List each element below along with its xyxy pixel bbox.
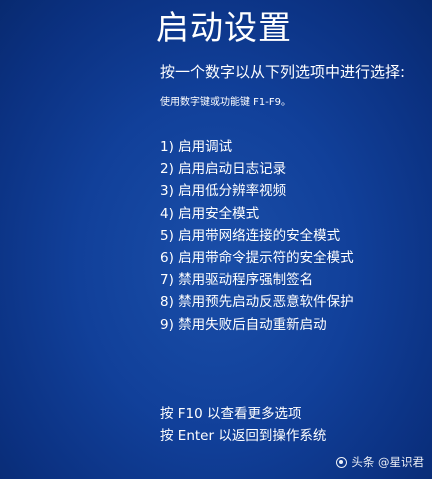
- watermark: 头条 @星识君: [336, 455, 424, 469]
- startup-settings-screen: 启动设置 按一个数字以从下列选项中进行选择: 使用数字键或功能键 F1-F9。 …: [0, 0, 432, 479]
- option-safe-mode-networking[interactable]: 5) 启用带网络连接的安全模式: [160, 225, 354, 247]
- option-disable-auto-restart[interactable]: 9) 禁用失败后自动重新启动: [160, 314, 354, 336]
- footer-instructions: 按 F10 以查看更多选项 按 Enter 以返回到操作系统: [160, 403, 326, 447]
- option-disable-driver-signature[interactable]: 7) 禁用驱动程序强制签名: [160, 269, 354, 291]
- key-hint: 使用数字键或功能键 F1-F9。: [160, 97, 292, 108]
- more-options-hint[interactable]: 按 F10 以查看更多选项: [160, 403, 326, 425]
- option-enable-low-resolution-video[interactable]: 3) 启用低分辨率视频: [160, 180, 354, 202]
- selection-prompt: 按一个数字以从下列选项中进行选择:: [160, 63, 406, 81]
- watermark-text: 头条 @星识君: [351, 455, 424, 469]
- option-enable-safe-mode[interactable]: 4) 启用安全模式: [160, 203, 354, 225]
- option-safe-mode-command-prompt[interactable]: 6) 启用带命令提示符的安全模式: [160, 247, 354, 269]
- startup-options-list: 1) 启用调试 2) 启用启动日志记录 3) 启用低分辨率视频 4) 启用安全模…: [160, 136, 354, 336]
- circle-logo-icon: [336, 456, 348, 468]
- option-enable-debugging[interactable]: 1) 启用调试: [160, 136, 354, 158]
- return-to-os-hint[interactable]: 按 Enter 以返回到操作系统: [160, 425, 326, 447]
- option-enable-boot-logging[interactable]: 2) 启用启动日志记录: [160, 158, 354, 180]
- option-disable-early-antimalware[interactable]: 8) 禁用预先启动反恶意软件保护: [160, 291, 354, 313]
- page-title: 启动设置: [156, 8, 292, 47]
